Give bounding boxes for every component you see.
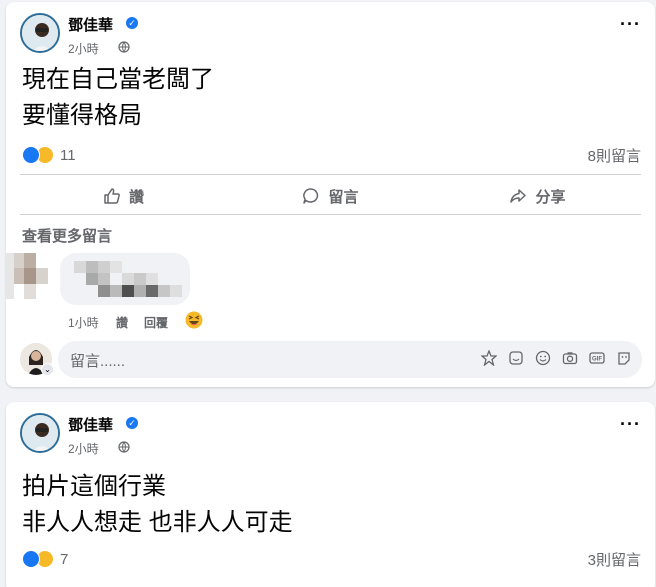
post-text-line: 現在自己當老闆了 — [22, 66, 214, 93]
comment-time[interactable]: 1小時 — [68, 314, 99, 331]
reaction-summary[interactable]: 7 — [22, 549, 68, 569]
comment-count[interactable]: 3則留言 — [588, 549, 641, 570]
globe-icon — [118, 441, 130, 453]
divider — [20, 174, 641, 175]
post-time[interactable]: 2小時 — [68, 40, 99, 57]
comment-composer[interactable]: 留言...... GIF — [58, 341, 642, 378]
more-options-icon[interactable]: ··· — [620, 414, 641, 435]
composer-tools: GIF — [481, 350, 632, 366]
share-label: 分享 — [535, 188, 566, 206]
like-button[interactable]: 讚 — [20, 178, 227, 214]
avatar-icon[interactable] — [616, 350, 632, 366]
comment-input[interactable]: 留言...... — [70, 350, 125, 371]
post-header: 鄧佳華 ✓ 2小時 ··· — [6, 2, 655, 62]
post-text: 現在自己當老闆了 要懂得格局 — [22, 62, 214, 134]
comment-button[interactable]: 留言 — [227, 178, 434, 214]
reaction-count: 11 — [60, 146, 76, 164]
like-icon — [104, 188, 120, 204]
post-text: 拍片這個行業 非人人想走 也非人人可走 — [22, 469, 293, 541]
post-text-line: 要懂得格局 — [22, 102, 142, 129]
chevron-down-icon[interactable]: ⌄ — [41, 363, 54, 376]
reaction-summary[interactable]: 11 — [22, 145, 76, 165]
comment-count[interactable]: 8則留言 — [588, 145, 641, 166]
see-more-comments-link[interactable]: 查看更多留言 — [22, 225, 112, 246]
avatar-sticker-icon[interactable] — [481, 350, 497, 366]
divider — [20, 214, 641, 215]
comment-label: 留言 — [328, 188, 359, 206]
more-options-icon[interactable]: ··· — [620, 14, 641, 35]
author-name[interactable]: 鄧佳華 — [68, 14, 113, 35]
like-reaction-icon — [22, 146, 40, 164]
post-actions: 讚 留言 分享 — [20, 178, 641, 214]
author-avatar[interactable] — [20, 13, 60, 53]
gif-icon[interactable]: GIF — [589, 350, 605, 366]
haha-emoji-icon — [185, 311, 203, 329]
author-avatar[interactable] — [20, 413, 60, 453]
comment-icon — [303, 188, 319, 204]
like-label: 讚 — [128, 188, 144, 206]
author-name[interactable]: 鄧佳華 — [68, 414, 113, 435]
comment-like-button[interactable]: 讚 — [116, 314, 128, 331]
share-icon — [510, 189, 527, 203]
like-reaction-icon — [22, 550, 40, 568]
post-time[interactable]: 2小時 — [68, 440, 99, 457]
svg-text:GIF: GIF — [592, 357, 602, 363]
globe-icon — [118, 41, 130, 53]
verified-badge-icon: ✓ — [126, 417, 138, 429]
emoji-icon[interactable] — [535, 350, 551, 366]
post-header: 鄧佳華 ✓ 2小時 ··· — [6, 402, 655, 462]
post-card: 鄧佳華 ✓ 2小時 ··· 現在自己當老闆了 要懂得格局 11 8則留言 讚 留… — [6, 2, 655, 387]
post-text-line: 拍片這個行業 — [22, 473, 166, 500]
share-button[interactable]: 分享 — [434, 178, 641, 214]
post-text-line: 非人人想走 也非人人可走 — [22, 509, 293, 536]
verified-badge-icon: ✓ — [126, 17, 138, 29]
comment-reply-button[interactable]: 回覆 — [144, 314, 168, 331]
comment-bubble-blurred — [60, 253, 190, 305]
sticker-icon[interactable] — [508, 350, 524, 366]
reaction-count: 7 — [60, 550, 69, 568]
camera-icon[interactable] — [562, 350, 578, 366]
post-card: 鄧佳華 ✓ 2小時 ··· 拍片這個行業 非人人想走 也非人人可走 7 3則留言 — [6, 402, 655, 587]
comment-avatar-blurred[interactable] — [6, 253, 52, 299]
